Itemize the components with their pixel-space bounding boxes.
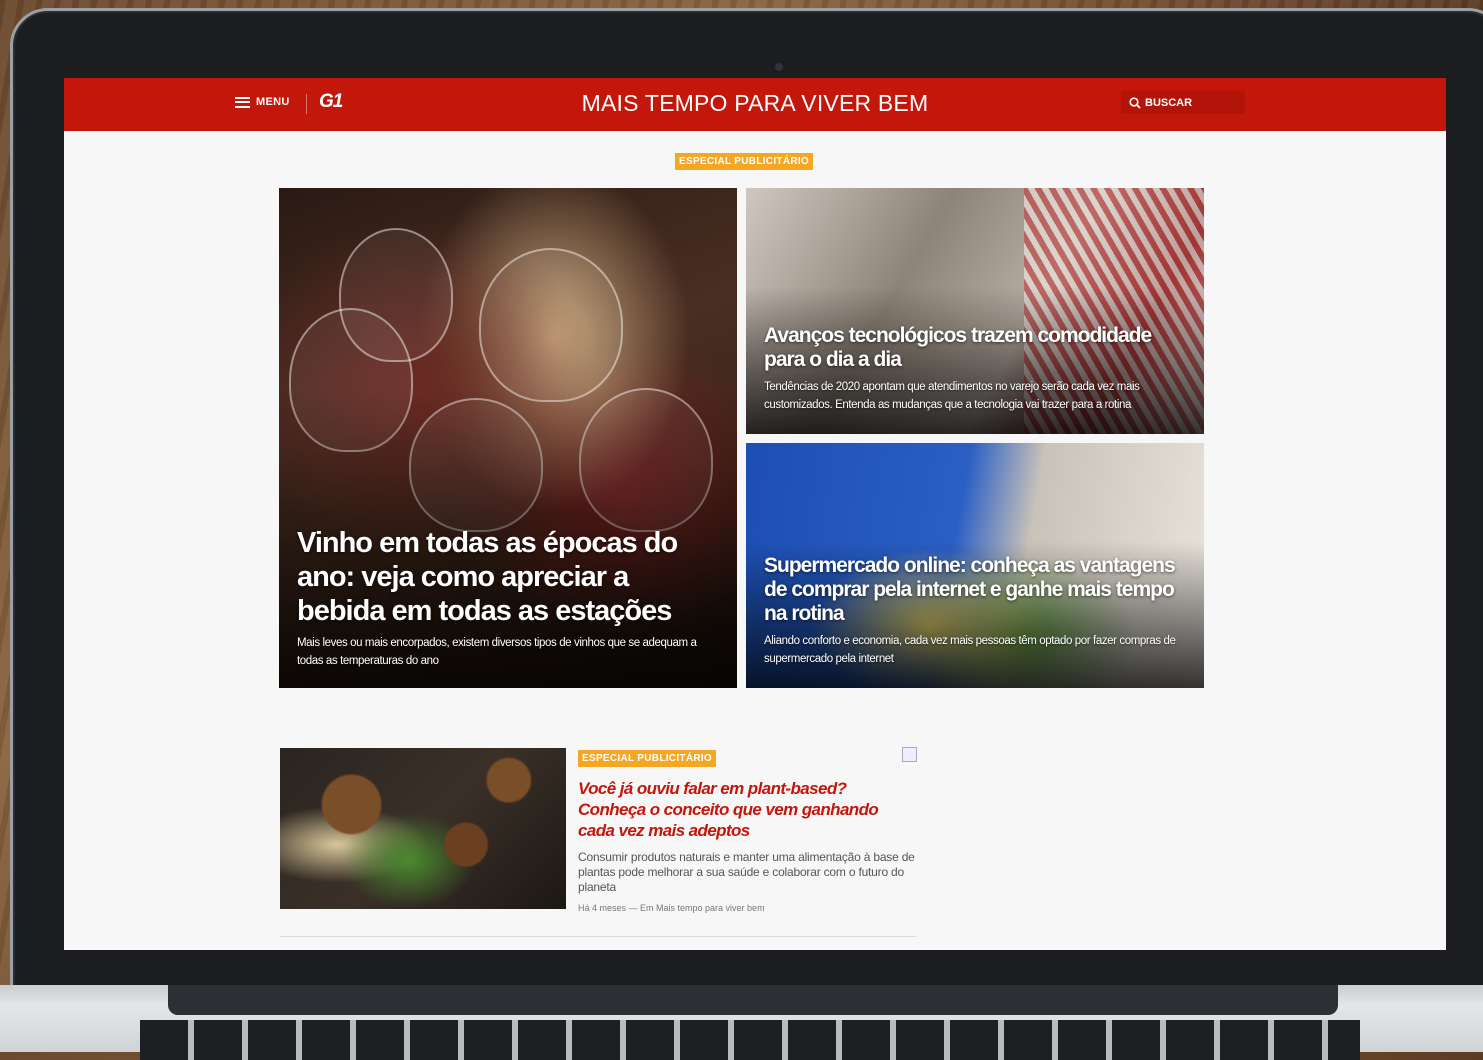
- card-text: Avanços tecnológicos trazem comodidade p…: [764, 324, 1186, 414]
- browser-screen: MENU G1 MAIS TEMPO PARA VIVER BEM BUSCAR…: [64, 78, 1446, 950]
- featured-card-wine[interactable]: Vinho em todas as épocas do ano: veja co…: [279, 188, 737, 688]
- article-summary: Consumir produtos naturais e manter uma …: [578, 850, 915, 894]
- featured-card-market[interactable]: Supermercado online: conheça as vantagen…: [746, 443, 1204, 688]
- card-text: Supermercado online: conheça as vantagen…: [764, 554, 1186, 668]
- card-title[interactable]: Avanços tecnológicos trazem comodidade p…: [764, 324, 1186, 372]
- sponsored-badge: ESPECIAL PUBLICITÁRIO: [675, 153, 814, 170]
- search-icon: [1129, 96, 1141, 109]
- card-title[interactable]: Supermercado online: conheça as vantagen…: [764, 554, 1186, 626]
- broken-image-icon: [902, 747, 917, 762]
- card-summary: Mais leves ou mais encorpados, existem d…: [297, 637, 697, 667]
- article-title[interactable]: Você já ouviu falar em plant-based? Conh…: [578, 778, 918, 841]
- article-thumbnail[interactable]: [280, 748, 566, 909]
- card-summary: Aliando conforto e economia, cada vez ma…: [764, 635, 1176, 665]
- navbar: MENU G1 MAIS TEMPO PARA VIVER BEM BUSCAR: [64, 78, 1446, 131]
- webcam-icon: [775, 63, 783, 71]
- search-button[interactable]: BUSCAR: [1121, 91, 1245, 114]
- search-label: BUSCAR: [1145, 96, 1193, 109]
- card-title[interactable]: Vinho em todas as épocas do ano: veja co…: [297, 526, 719, 628]
- divider: [280, 936, 916, 937]
- featured-card-tech[interactable]: Avanços tecnológicos trazem comodidade p…: [746, 188, 1204, 434]
- article-meta: Há 4 meses — Em Mais tempo para viver be…: [578, 903, 765, 913]
- card-text: Vinho em todas as épocas do ano: veja co…: [297, 526, 719, 670]
- keyboard: [140, 1020, 1360, 1060]
- sponsored-badge: ESPECIAL PUBLICITÁRIO: [578, 750, 717, 767]
- card-summary: Tendências de 2020 apontam que atendimen…: [764, 381, 1140, 411]
- laptop-hinge: [168, 985, 1338, 1015]
